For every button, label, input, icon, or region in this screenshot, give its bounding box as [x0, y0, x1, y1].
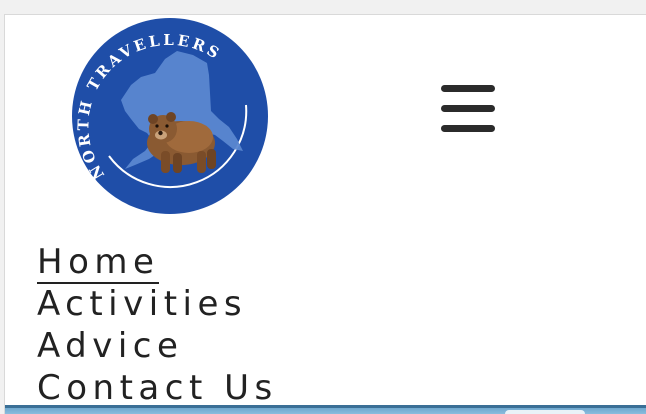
main-navigation: Home Activities Advice Contact Us [37, 241, 278, 409]
hero-image-edge [5, 405, 646, 414]
nav-item-label: Advice [37, 326, 184, 366]
site-logo[interactable]: NORTH TRAVELLERS [69, 15, 271, 217]
hamburger-menu-button[interactable] [439, 83, 497, 135]
nav-item-advice[interactable]: Advice [37, 325, 278, 367]
nav-item-label: Contact Us [37, 368, 278, 408]
nav-item-contact-us[interactable]: Contact Us [37, 367, 278, 409]
hamburger-bar-middle [441, 105, 495, 112]
hero-cloud [505, 410, 585, 414]
nav-item-label: Home [37, 242, 160, 284]
nav-item-label: Activities [37, 284, 248, 324]
nav-item-home[interactable]: Home [37, 241, 278, 284]
hamburger-menu-icon [441, 85, 495, 92]
nav-item-activities[interactable]: Activities [37, 283, 278, 325]
page-frame: NORTH TRAVELLERS Home Activities Advice … [4, 14, 646, 414]
hamburger-bar-bottom [441, 125, 495, 132]
